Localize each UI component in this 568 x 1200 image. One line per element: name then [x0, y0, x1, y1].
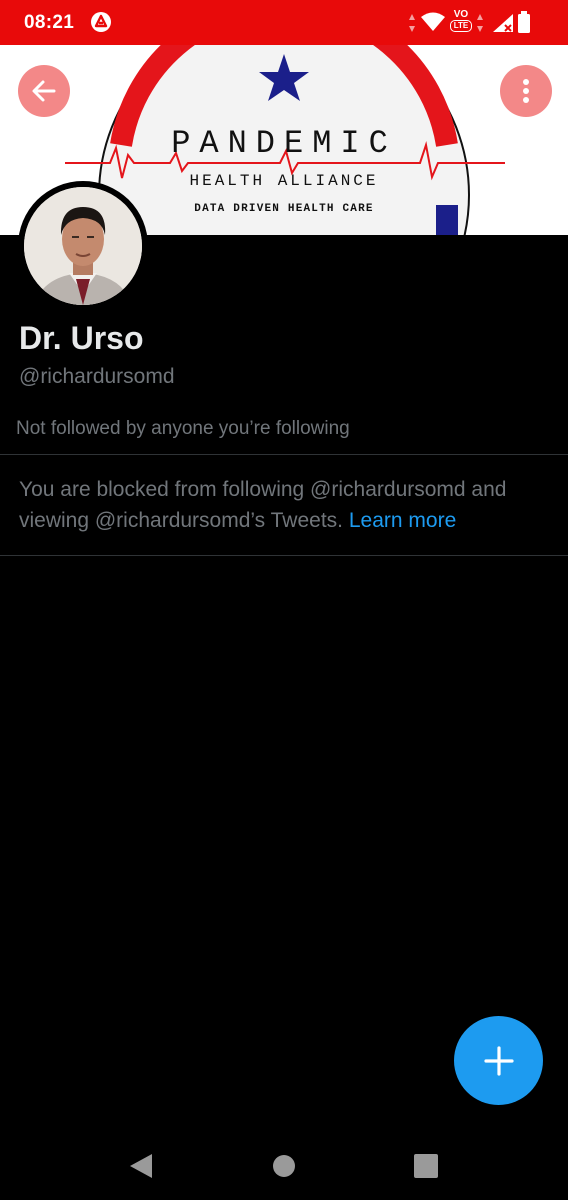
signal-icon [493, 14, 513, 32]
data-arrows-icon [409, 14, 415, 32]
nav-back-icon[interactable] [128, 1152, 154, 1180]
display-name: Dr. Urso [19, 320, 144, 356]
volte-top-label: VO [453, 9, 469, 20]
nav-home-icon[interactable] [272, 1154, 296, 1178]
more-vertical-icon [523, 79, 529, 103]
app-notification-icon [91, 12, 111, 32]
blocked-notice: You are blocked from following @richardu… [19, 474, 549, 536]
learn-more-link[interactable]: Learn more [349, 509, 456, 532]
status-time: 08:21 [24, 12, 75, 33]
more-options-button[interactable] [500, 65, 552, 117]
system-nav-bar [0, 1130, 568, 1200]
wifi-icon [421, 12, 445, 31]
divider [0, 555, 568, 556]
profile-handle: @richardursomd [19, 365, 175, 388]
followed-by-note: Not followed by anyone you’re following [16, 418, 350, 439]
arrow-left-icon [32, 80, 56, 102]
nav-recents-icon[interactable] [414, 1154, 438, 1178]
status-icons: VO LTE [408, 9, 548, 37]
avatar-photo [24, 187, 142, 305]
avatar[interactable] [18, 181, 148, 311]
volte-icon: VO LTE [450, 9, 472, 35]
battery-icon [518, 11, 530, 33]
status-bar: 08:21 VO LTE [0, 0, 568, 45]
divider [0, 454, 568, 455]
banner-title: PANDEMIC [171, 125, 397, 162]
compose-button[interactable] [454, 1016, 543, 1105]
volte-bottom-label: LTE [450, 20, 472, 32]
lte-arrows-icon [477, 14, 483, 32]
back-button[interactable] [18, 65, 70, 117]
profile-photo-image [24, 187, 142, 305]
plus-icon [483, 1045, 514, 1076]
